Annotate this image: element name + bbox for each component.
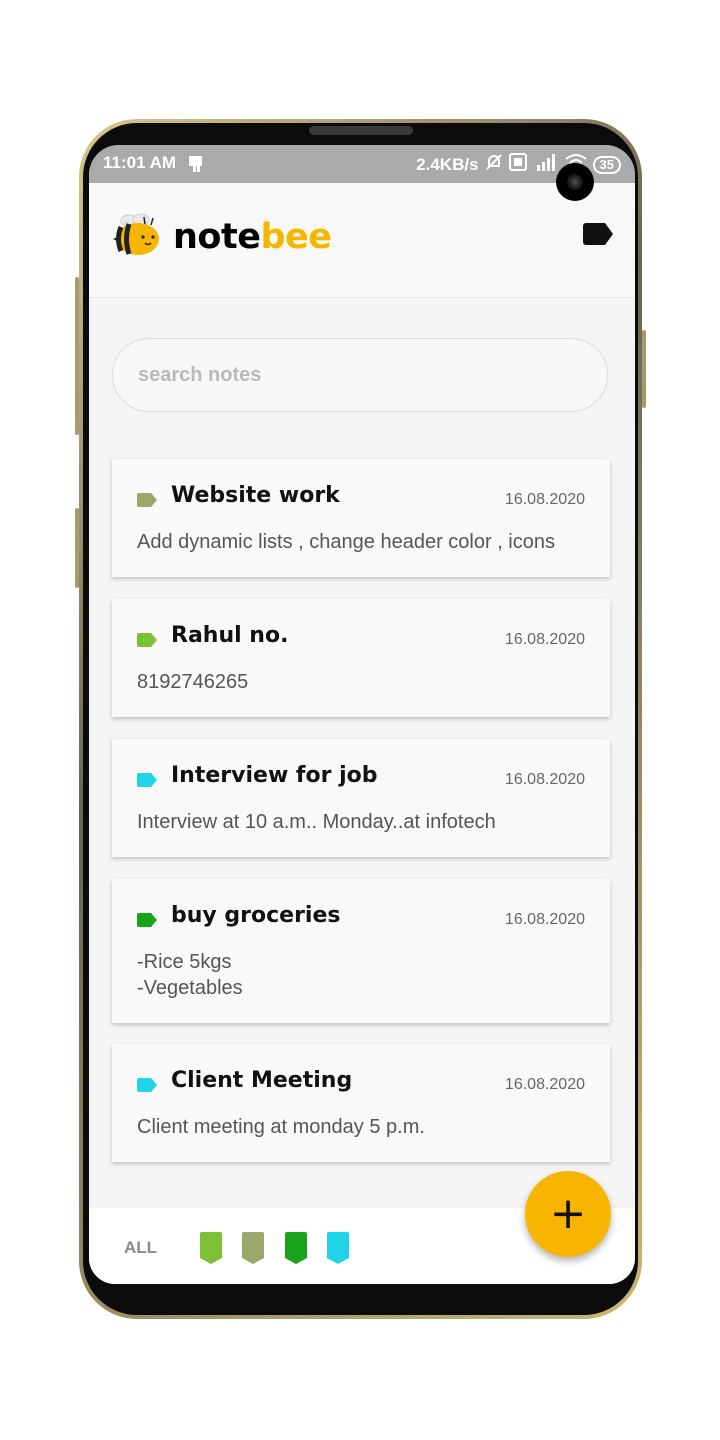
network-speed: 2.4KB/s	[416, 154, 479, 174]
add-note-button[interactable]: +	[525, 1171, 611, 1257]
status-bar: 11:01 AM 2.4KB/s 35	[89, 145, 635, 183]
tag-icon	[137, 1078, 157, 1092]
tag-filter-icon[interactable]	[285, 1232, 307, 1264]
mute-alarm-icon	[485, 153, 503, 176]
note-body: -Rice 5kgs -Vegetables	[137, 951, 243, 999]
app-logo: notebee	[111, 211, 332, 262]
volte-icon	[508, 153, 527, 176]
note-body: Client meeting at monday 5 p.m.	[137, 1116, 425, 1138]
note-body: 8192746265	[137, 671, 249, 693]
note-date: 16.08.2020	[504, 1076, 585, 1093]
tag-filter-icon[interactable]	[200, 1232, 222, 1264]
phone-side-button	[75, 508, 79, 588]
tag-filter-icon[interactable]	[327, 1232, 349, 1264]
note-card[interactable]: Website work 16.08.2020 Add dynamic list…	[112, 459, 610, 577]
screencast-icon	[187, 154, 207, 179]
note-card[interactable]: Interview for job 16.08.2020 Interview a…	[112, 739, 610, 857]
note-body: Interview at 10 a.m.. Monday..at infotec…	[137, 811, 496, 833]
note-title: Website work	[171, 483, 340, 508]
note-date: 16.08.2020	[504, 491, 585, 508]
note-title: buy groceries	[171, 903, 341, 928]
note-title: Rahul no.	[171, 623, 289, 648]
search-box[interactable]	[112, 338, 608, 412]
app-bar: notebee	[89, 183, 635, 298]
labels-button[interactable]	[583, 223, 613, 245]
note-date: 16.08.2020	[504, 631, 585, 648]
filter-all-button[interactable]: ALL	[124, 1238, 157, 1258]
phone-side-button	[642, 330, 646, 408]
app-title: notebee	[173, 216, 332, 257]
note-card[interactable]: Client Meeting 16.08.2020 Client meeting…	[112, 1044, 610, 1162]
label-icon	[583, 223, 613, 245]
note-card[interactable]: buy groceries 16.08.2020 -Rice 5kgs -Veg…	[112, 879, 610, 1023]
status-time: 11:01 AM	[103, 153, 177, 172]
screen: 11:01 AM 2.4KB/s 35 notebee search notes…	[89, 145, 635, 1284]
search-input[interactable]	[136, 362, 580, 388]
note-date: 16.08.2020	[504, 911, 585, 928]
app-title-part1: note	[173, 216, 261, 257]
phone-earpiece	[309, 126, 413, 135]
note-title: Interview for job	[171, 763, 378, 788]
tag-icon	[137, 633, 157, 647]
app-title-part2: bee	[260, 216, 332, 257]
note-card[interactable]: Rahul no. 16.08.2020 8192746265	[112, 599, 610, 717]
tag-icon	[137, 913, 157, 927]
bee-icon	[111, 211, 161, 262]
phone-side-button	[75, 277, 79, 435]
tag-filter-icon[interactable]	[242, 1232, 264, 1264]
tag-icon	[137, 773, 157, 787]
tag-icon	[137, 493, 157, 507]
signal-icon	[533, 153, 559, 176]
note-date: 16.08.2020	[504, 771, 585, 788]
note-body: Add dynamic lists , change header color …	[137, 531, 555, 553]
front-camera	[556, 163, 594, 201]
note-title: Client Meeting	[171, 1068, 353, 1093]
battery-icon: 35	[592, 155, 621, 174]
battery-level: 35	[599, 156, 614, 172]
